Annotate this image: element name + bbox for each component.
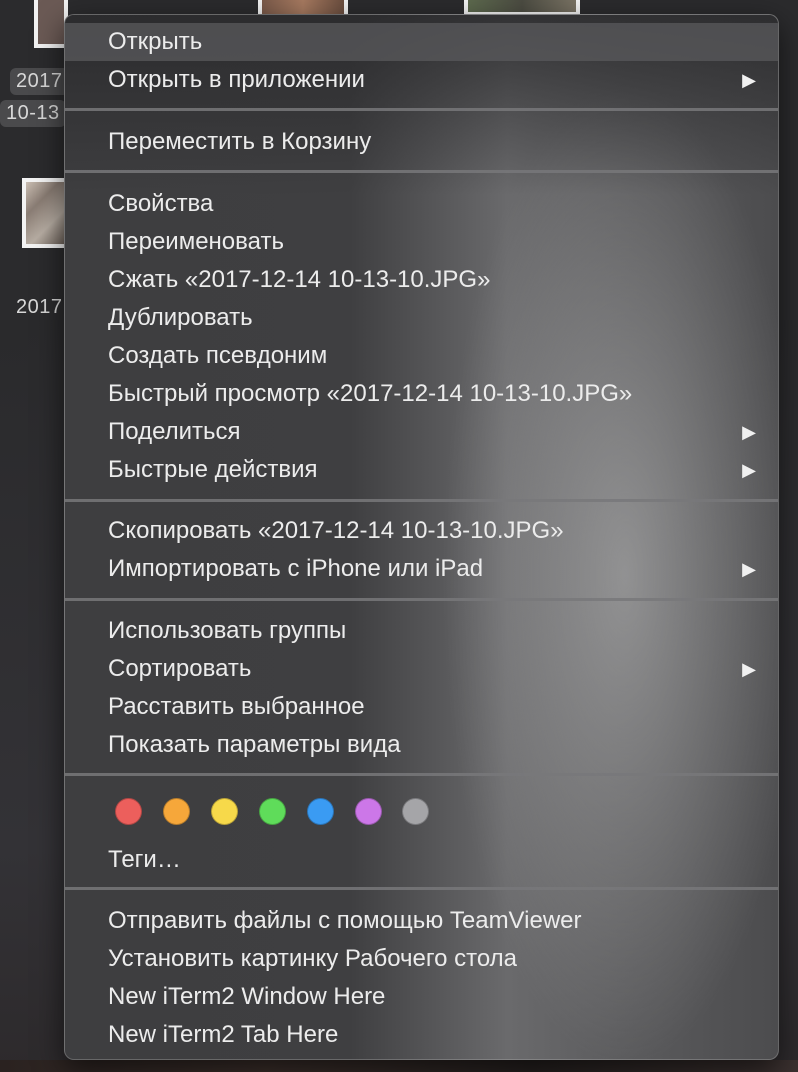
menu-item-label: Переместить в Корзину [108, 128, 372, 155]
menu-item-label: Расставить выбранное [108, 693, 365, 720]
submenu-arrow-icon: ▶ [742, 659, 756, 679]
menu-item-label: Показать параметры вида [108, 731, 401, 758]
menu-item-4-0[interactable]: Использовать группы [65, 612, 778, 650]
menu-separator [65, 108, 778, 111]
menu-item-0-0[interactable]: Открыть [65, 23, 778, 61]
menu-item-label: Поделиться [108, 418, 241, 445]
menu-separator [65, 887, 778, 890]
green-tag-icon[interactable] [259, 798, 286, 825]
menu-separator [65, 773, 778, 776]
context-menu: Открыть Открыть в приложении ▶ Переместить … [64, 14, 779, 1060]
menu-item-6-2[interactable]: New iTerm2 Window Here [65, 978, 778, 1016]
gray-tag-icon[interactable] [402, 798, 429, 825]
menu-item-2-6[interactable]: Поделиться ▶ [65, 413, 778, 451]
file-thumbnail[interactable] [22, 178, 68, 248]
file-name-label[interactable]: 2017 [10, 68, 69, 95]
menu-item-6-3[interactable]: New iTerm2 Tab Here [65, 1016, 778, 1054]
menu-item-6-1[interactable]: Установить картинку Рабочего стола [65, 940, 778, 978]
menu-item-4-1[interactable]: Сортировать ▶ [65, 650, 778, 688]
menu-item-label: Сортировать [108, 655, 252, 682]
menu-item-5-0[interactable]: Теги… [65, 841, 778, 879]
menu-item-6-0[interactable]: Отправить файлы с помощью TeamViewer [65, 902, 778, 940]
yellow-tag-icon[interactable] [211, 798, 238, 825]
menu-item-2-5[interactable]: Быстрый просмотр «2017-12-14 10-13-10.JP… [65, 375, 778, 413]
menu-item-label: Использовать группы [108, 617, 347, 644]
purple-tag-icon[interactable] [355, 798, 382, 825]
menu-item-label: Быстрые действия [108, 456, 318, 483]
menu-item-label: Скопировать «2017-12-14 10-13-10.JPG» [108, 517, 564, 544]
menu-item-3-0[interactable]: Скопировать «2017-12-14 10-13-10.JPG» [65, 512, 778, 550]
submenu-arrow-icon: ▶ [742, 460, 756, 480]
menu-item-0-1[interactable]: Открыть в приложении ▶ [65, 61, 778, 99]
submenu-arrow-icon: ▶ [742, 422, 756, 442]
menu-item-2-3[interactable]: Дублировать [65, 299, 778, 337]
menu-separator [65, 499, 778, 502]
menu-item-label: Открыть в приложении [108, 66, 365, 93]
desktop-background [0, 1060, 798, 1072]
submenu-arrow-icon: ▶ [742, 70, 756, 90]
menu-item-label: Теги… [108, 846, 181, 873]
menu-item-2-7[interactable]: Быстрые действия ▶ [65, 451, 778, 489]
menu-item-2-4[interactable]: Создать псевдоним [65, 337, 778, 375]
menu-item-2-1[interactable]: Переименовать [65, 223, 778, 261]
menu-item-label: Сжать «2017-12-14 10-13-10.JPG» [108, 266, 491, 293]
menu-item-3-1[interactable]: Импортировать с iPhone или iPad ▶ [65, 550, 778, 588]
menu-separator [65, 598, 778, 601]
menu-separator [65, 170, 778, 173]
menu-item-4-3[interactable]: Показать параметры вида [65, 726, 778, 764]
menu-item-label: Быстрый просмотр «2017-12-14 10-13-10.JP… [108, 380, 633, 407]
menu-item-label: Установить картинку Рабочего стола [108, 945, 518, 972]
menu-item-label: Отправить файлы с помощью TeamViewer [108, 907, 582, 934]
menu-item-1-0[interactable]: Переместить в Корзину [65, 123, 778, 161]
file-thumbnail[interactable] [34, 0, 68, 48]
menu-item-label: Дублировать [108, 304, 253, 331]
menu-item-2-2[interactable]: Сжать «2017-12-14 10-13-10.JPG» [65, 261, 778, 299]
menu-item-label: Свойства [108, 190, 214, 217]
menu-item-label: Создать псевдоним [108, 342, 328, 369]
menu-item-2-0[interactable]: Свойства [65, 185, 778, 223]
submenu-arrow-icon: ▶ [742, 559, 756, 579]
red-tag-icon[interactable] [115, 798, 142, 825]
menu-item-label: New iTerm2 Tab Here [108, 1021, 339, 1048]
menu-item-4-2[interactable]: Расставить выбранное [65, 688, 778, 726]
file-name-label[interactable]: 10-13 [0, 100, 66, 127]
menu-item-label: Импортировать с iPhone или iPad [108, 555, 484, 582]
menu-item-label: Открыть [108, 28, 203, 55]
blue-tag-icon[interactable] [307, 798, 334, 825]
menu-item-label: New iTerm2 Window Here [108, 983, 386, 1010]
menu-item-label: Переименовать [108, 228, 284, 255]
file-name-label[interactable]: 2017 [16, 296, 63, 319]
orange-tag-icon[interactable] [163, 798, 190, 825]
